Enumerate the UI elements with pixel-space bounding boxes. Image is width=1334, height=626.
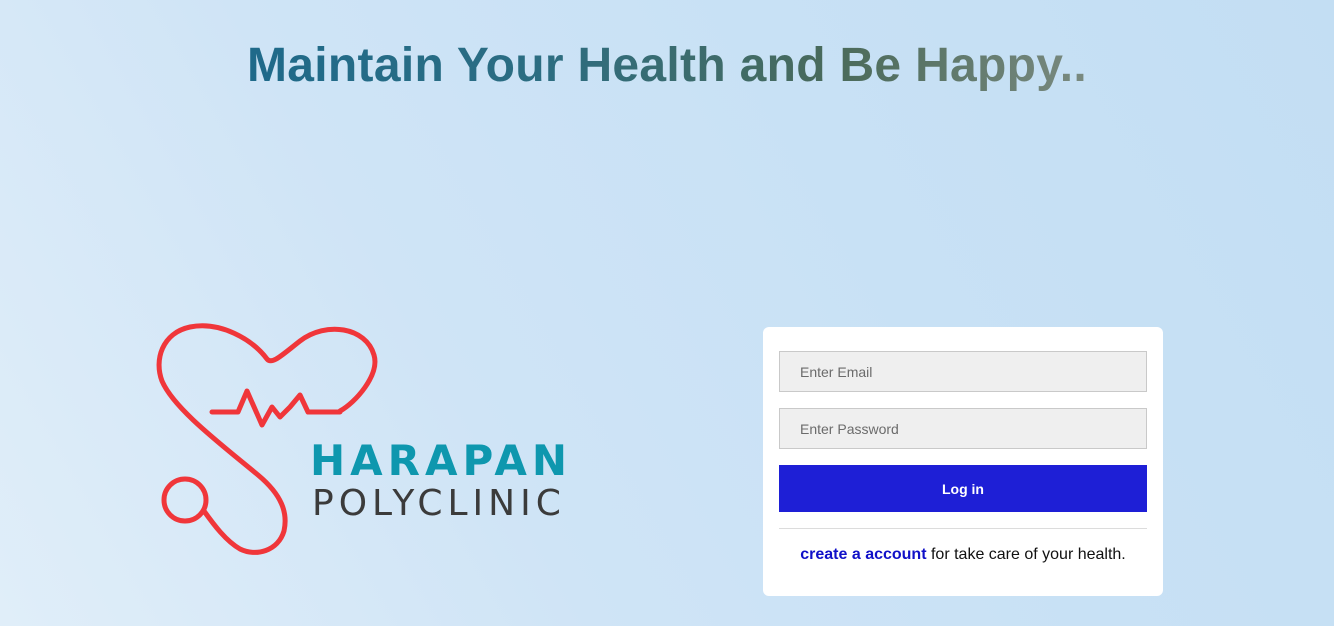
login-button[interactable]: Log in bbox=[779, 465, 1147, 512]
page-headline: Maintain Your Health and Be Happy.. bbox=[247, 39, 1087, 92]
signup-prompt: create a account for take care of your h… bbox=[763, 545, 1163, 565]
brand-name: HARAPAN bbox=[310, 436, 572, 485]
harapan-polyclinic-logo: HARAPAN POLYCLINIC bbox=[156, 323, 572, 555]
create-account-link[interactable]: create a account bbox=[800, 546, 926, 563]
password-input[interactable] bbox=[779, 408, 1147, 449]
login-card: Log in create a account for take care of… bbox=[763, 327, 1163, 596]
email-input[interactable] bbox=[779, 351, 1147, 392]
brand-subtitle: POLYCLINIC bbox=[312, 483, 566, 524]
signup-suffix-text: for take care of your health. bbox=[926, 546, 1126, 563]
divider bbox=[779, 528, 1147, 529]
